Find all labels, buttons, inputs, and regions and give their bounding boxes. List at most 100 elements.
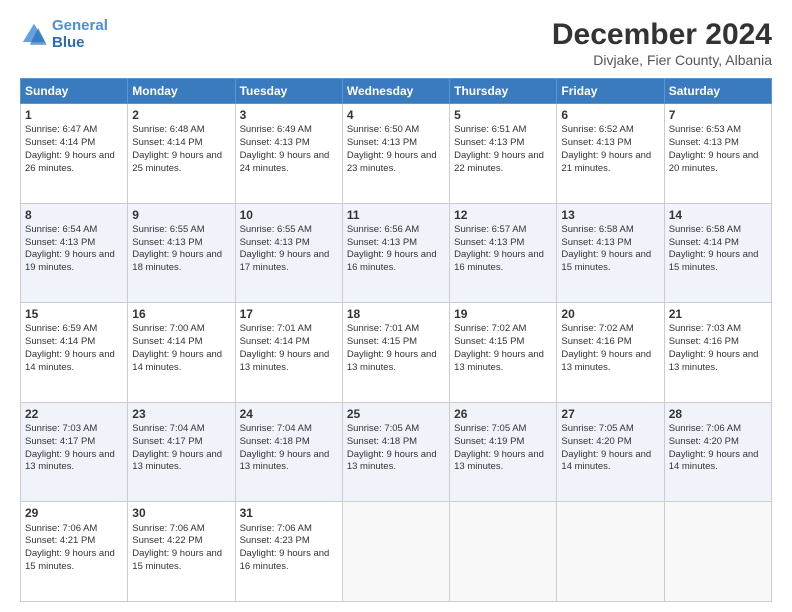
daylight-text: Daylight: 9 hours and 13 minutes. [240,349,330,373]
calendar-cell: 13Sunrise: 6:58 AMSunset: 4:13 PMDayligh… [557,203,664,303]
calendar-cell: 29Sunrise: 7:06 AMSunset: 4:21 PMDayligh… [21,502,128,602]
day-number: 12 [454,207,552,223]
sunset-text: Sunset: 4:13 PM [561,237,631,248]
col-header-saturday: Saturday [664,79,771,104]
calendar-cell: 6Sunrise: 6:52 AMSunset: 4:13 PMDaylight… [557,104,664,204]
sunrise-text: Sunrise: 7:02 AM [454,323,526,334]
calendar-cell [664,502,771,602]
calendar-cell: 20Sunrise: 7:02 AMSunset: 4:16 PMDayligh… [557,303,664,403]
daylight-text: Daylight: 9 hours and 16 minutes. [454,249,544,273]
sunset-text: Sunset: 4:17 PM [25,436,95,447]
logo-text: General Blue [52,18,108,51]
sunset-text: Sunset: 4:21 PM [25,535,95,546]
sunrise-text: Sunrise: 6:51 AM [454,124,526,135]
day-number: 13 [561,207,659,223]
sunset-text: Sunset: 4:19 PM [454,436,524,447]
day-number: 30 [132,505,230,521]
calendar-cell: 30Sunrise: 7:06 AMSunset: 4:22 PMDayligh… [128,502,235,602]
sunset-text: Sunset: 4:13 PM [25,237,95,248]
sunrise-text: Sunrise: 7:03 AM [669,323,741,334]
day-number: 22 [25,406,123,422]
daylight-text: Daylight: 9 hours and 14 minutes. [669,449,759,473]
calendar-cell: 2Sunrise: 6:48 AMSunset: 4:14 PMDaylight… [128,104,235,204]
day-number: 10 [240,207,338,223]
sunrise-text: Sunrise: 7:06 AM [132,523,204,534]
sunset-text: Sunset: 4:14 PM [132,137,202,148]
day-number: 28 [669,406,767,422]
day-number: 9 [132,207,230,223]
daylight-text: Daylight: 9 hours and 13 minutes. [240,449,330,473]
calendar-cell: 12Sunrise: 6:57 AMSunset: 4:13 PMDayligh… [450,203,557,303]
day-number: 25 [347,406,445,422]
calendar-cell: 15Sunrise: 6:59 AMSunset: 4:14 PMDayligh… [21,303,128,403]
calendar-cell: 7Sunrise: 6:53 AMSunset: 4:13 PMDaylight… [664,104,771,204]
calendar-cell: 16Sunrise: 7:00 AMSunset: 4:14 PMDayligh… [128,303,235,403]
sunset-text: Sunset: 4:13 PM [132,237,202,248]
daylight-text: Daylight: 9 hours and 13 minutes. [25,449,115,473]
daylight-text: Daylight: 9 hours and 21 minutes. [561,150,651,174]
day-number: 18 [347,306,445,322]
sunset-text: Sunset: 4:20 PM [669,436,739,447]
day-number: 24 [240,406,338,422]
sunset-text: Sunset: 4:23 PM [240,535,310,546]
sunrise-text: Sunrise: 6:49 AM [240,124,312,135]
calendar-cell: 4Sunrise: 6:50 AMSunset: 4:13 PMDaylight… [342,104,449,204]
sunset-text: Sunset: 4:14 PM [669,237,739,248]
calendar-cell: 1Sunrise: 6:47 AMSunset: 4:14 PMDaylight… [21,104,128,204]
calendar-cell: 26Sunrise: 7:05 AMSunset: 4:19 PMDayligh… [450,402,557,502]
sunset-text: Sunset: 4:17 PM [132,436,202,447]
sunrise-text: Sunrise: 6:50 AM [347,124,419,135]
day-number: 8 [25,207,123,223]
daylight-text: Daylight: 9 hours and 13 minutes. [132,449,222,473]
sunrise-text: Sunrise: 7:01 AM [240,323,312,334]
col-header-tuesday: Tuesday [235,79,342,104]
day-number: 29 [25,505,123,521]
daylight-text: Daylight: 9 hours and 15 minutes. [669,249,759,273]
sunrise-text: Sunrise: 6:47 AM [25,124,97,135]
calendar-cell: 8Sunrise: 6:54 AMSunset: 4:13 PMDaylight… [21,203,128,303]
day-number: 3 [240,107,338,123]
daylight-text: Daylight: 9 hours and 13 minutes. [669,349,759,373]
sunrise-text: Sunrise: 6:54 AM [25,224,97,235]
sunrise-text: Sunrise: 7:06 AM [240,523,312,534]
sunset-text: Sunset: 4:13 PM [347,237,417,248]
calendar-cell: 22Sunrise: 7:03 AMSunset: 4:17 PMDayligh… [21,402,128,502]
daylight-text: Daylight: 9 hours and 22 minutes. [454,150,544,174]
sunrise-text: Sunrise: 7:04 AM [240,423,312,434]
calendar-week-row: 15Sunrise: 6:59 AMSunset: 4:14 PMDayligh… [21,303,772,403]
sunset-text: Sunset: 4:13 PM [240,137,310,148]
sunrise-text: Sunrise: 6:55 AM [240,224,312,235]
sunrise-text: Sunrise: 6:59 AM [25,323,97,334]
daylight-text: Daylight: 9 hours and 25 minutes. [132,150,222,174]
daylight-text: Daylight: 9 hours and 17 minutes. [240,249,330,273]
sunrise-text: Sunrise: 6:58 AM [669,224,741,235]
sunrise-text: Sunrise: 7:05 AM [454,423,526,434]
day-number: 1 [25,107,123,123]
sunrise-text: Sunrise: 7:02 AM [561,323,633,334]
sunset-text: Sunset: 4:18 PM [240,436,310,447]
calendar-cell: 18Sunrise: 7:01 AMSunset: 4:15 PMDayligh… [342,303,449,403]
calendar-cell: 23Sunrise: 7:04 AMSunset: 4:17 PMDayligh… [128,402,235,502]
day-number: 6 [561,107,659,123]
daylight-text: Daylight: 9 hours and 16 minutes. [347,249,437,273]
sunset-text: Sunset: 4:13 PM [454,137,524,148]
day-number: 15 [25,306,123,322]
col-header-thursday: Thursday [450,79,557,104]
col-header-friday: Friday [557,79,664,104]
sunrise-text: Sunrise: 7:06 AM [25,523,97,534]
daylight-text: Daylight: 9 hours and 26 minutes. [25,150,115,174]
day-number: 14 [669,207,767,223]
sunset-text: Sunset: 4:22 PM [132,535,202,546]
day-number: 20 [561,306,659,322]
daylight-text: Daylight: 9 hours and 16 minutes. [240,548,330,572]
daylight-text: Daylight: 9 hours and 14 minutes. [132,349,222,373]
logo: General Blue [20,18,108,51]
sunset-text: Sunset: 4:16 PM [561,336,631,347]
calendar-week-row: 29Sunrise: 7:06 AMSunset: 4:21 PMDayligh… [21,502,772,602]
sunrise-text: Sunrise: 6:57 AM [454,224,526,235]
calendar-cell: 9Sunrise: 6:55 AMSunset: 4:13 PMDaylight… [128,203,235,303]
day-number: 19 [454,306,552,322]
sunset-text: Sunset: 4:13 PM [669,137,739,148]
calendar-cell: 27Sunrise: 7:05 AMSunset: 4:20 PMDayligh… [557,402,664,502]
day-number: 2 [132,107,230,123]
